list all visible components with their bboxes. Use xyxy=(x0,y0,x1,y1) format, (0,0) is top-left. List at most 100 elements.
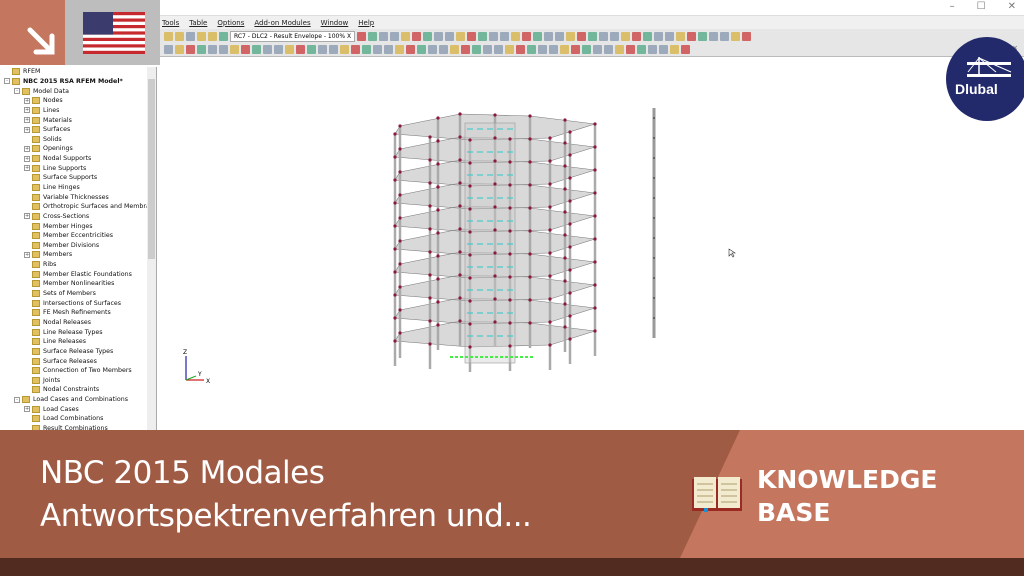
tree-item[interactable]: Member Divisions xyxy=(0,241,156,251)
collapse-icon[interactable]: - xyxy=(14,88,20,95)
tree-item[interactable]: Member Hinges xyxy=(0,221,156,231)
toolbar-icon[interactable] xyxy=(538,45,547,54)
model-viewport[interactable]: Z X Y xyxy=(158,58,1024,430)
toolbar-icon[interactable] xyxy=(698,31,708,41)
tree-item[interactable]: + Nodes xyxy=(0,96,156,106)
tree-item[interactable]: Joints xyxy=(0,376,156,386)
tree-item[interactable]: FE Mesh Refinements xyxy=(0,308,156,318)
toolbar-icon[interactable] xyxy=(197,31,206,41)
toolbar-icon[interactable] xyxy=(670,45,679,54)
toolbar-icon[interactable] xyxy=(417,45,426,54)
tree-item[interactable]: Line Release Types xyxy=(0,327,156,337)
toolbar-icon[interactable] xyxy=(522,31,532,41)
tree-item[interactable]: + Load Cases xyxy=(0,404,156,414)
toolbar-icon[interactable] xyxy=(637,45,646,54)
toolbar-icon[interactable] xyxy=(439,45,448,54)
toolbar-icon[interactable] xyxy=(560,45,569,54)
toolbar-icon[interactable] xyxy=(445,31,455,41)
tree-item[interactable]: RFEM xyxy=(0,67,156,77)
tree-item[interactable]: + Nodal Supports xyxy=(0,154,156,164)
tree-item[interactable]: Load Combinations xyxy=(0,414,156,424)
toolbar-icon[interactable] xyxy=(505,45,514,54)
toolbar-icon[interactable] xyxy=(687,31,697,41)
toolbar-icon[interactable] xyxy=(533,31,543,41)
menu-add-on-modules[interactable]: Add-on Modules xyxy=(254,19,310,27)
toolbar-icon[interactable] xyxy=(467,31,477,41)
tree-item[interactable]: Solids xyxy=(0,134,156,144)
tree-item[interactable]: - NBC 2015 RSA RFEM Model* xyxy=(0,77,156,87)
toolbar-icon[interactable] xyxy=(390,31,400,41)
toolbar-icon[interactable] xyxy=(643,31,653,41)
toolbar-icon[interactable] xyxy=(494,45,503,54)
expand-icon[interactable]: + xyxy=(24,145,30,152)
tree-scrollbar[interactable] xyxy=(147,67,156,430)
expand-icon[interactable]: + xyxy=(24,213,30,220)
tree-item[interactable]: Surface Supports xyxy=(0,173,156,183)
toolbar-icon[interactable] xyxy=(318,45,327,54)
close-button[interactable]: ✕ xyxy=(1008,1,1016,12)
expand-icon[interactable]: + xyxy=(24,117,30,124)
toolbar-icon[interactable] xyxy=(208,31,217,41)
toolbar-icon[interactable] xyxy=(648,45,657,54)
expand-icon[interactable]: + xyxy=(24,126,30,133)
tree-item[interactable]: + Materials xyxy=(0,115,156,125)
toolbar-icon[interactable] xyxy=(384,45,393,54)
toolbar-icon[interactable] xyxy=(610,31,620,41)
tree-item[interactable]: Member Elastic Foundations xyxy=(0,269,156,279)
toolbar-icon[interactable] xyxy=(428,45,437,54)
toolbar-icon[interactable] xyxy=(362,45,371,54)
tree-item[interactable]: Line Hinges xyxy=(0,183,156,193)
toolbar-icon[interactable] xyxy=(588,31,598,41)
toolbar-icon[interactable] xyxy=(632,31,642,41)
toolbar-icon[interactable] xyxy=(340,45,349,54)
toolbar-icon[interactable] xyxy=(709,31,719,41)
toolbar-icon[interactable] xyxy=(285,45,294,54)
toolbar-icon[interactable] xyxy=(296,45,305,54)
menu-window[interactable]: Window xyxy=(321,19,349,27)
menu-table[interactable]: Table xyxy=(189,19,207,27)
toolbar-icon[interactable] xyxy=(665,31,675,41)
collapse-icon[interactable]: - xyxy=(14,396,20,403)
toolbar-icon[interactable] xyxy=(412,31,422,41)
toolbar-icon[interactable] xyxy=(329,45,338,54)
tree-item[interactable]: + Openings xyxy=(0,144,156,154)
minimize-button[interactable]: – xyxy=(950,1,955,12)
toolbar-icon[interactable] xyxy=(593,45,602,54)
toolbar-icon[interactable] xyxy=(379,31,389,41)
toolbar-icon[interactable] xyxy=(219,31,228,41)
expand-icon[interactable]: + xyxy=(24,406,30,413)
result-combo-select[interactable]: RC7 - DLC2 - Result Envelope - 100% X xyxy=(230,30,356,42)
maximize-button[interactable]: ☐ xyxy=(977,1,986,12)
tree-item[interactable]: - Load Cases and Combinations xyxy=(0,395,156,405)
tree-item[interactable]: + Cross-Sections xyxy=(0,212,156,222)
tree-item[interactable]: + Lines xyxy=(0,106,156,116)
toolbar-icon[interactable] xyxy=(164,45,173,54)
toolbar-icon[interactable] xyxy=(659,45,668,54)
toolbar-icon[interactable] xyxy=(500,31,510,41)
tree-item[interactable]: + Members xyxy=(0,250,156,260)
menu-help[interactable]: Help xyxy=(358,19,374,27)
toolbar-icon[interactable] xyxy=(720,31,730,41)
toolbar-icon[interactable] xyxy=(566,31,576,41)
expand-icon[interactable]: + xyxy=(24,107,30,114)
language-badge[interactable] xyxy=(65,0,160,65)
toolbar-icon[interactable] xyxy=(478,31,488,41)
toolbar-icon[interactable] xyxy=(274,45,283,54)
toolbar-icon[interactable] xyxy=(472,45,481,54)
toolbar-icon[interactable] xyxy=(395,45,404,54)
toolbar-icon[interactable] xyxy=(175,31,184,41)
toolbar-icon[interactable] xyxy=(373,45,382,54)
toolbar-icon[interactable] xyxy=(621,31,631,41)
tree-item[interactable]: Orthotropic Surfaces and Membra xyxy=(0,202,156,212)
tree-item[interactable]: + Surfaces xyxy=(0,125,156,135)
tree-item[interactable]: Variable Thicknesses xyxy=(0,192,156,202)
toolbar-icon[interactable] xyxy=(186,45,195,54)
tree-item[interactable]: Surface Release Types xyxy=(0,347,156,357)
expand-icon[interactable]: + xyxy=(24,97,30,104)
expand-icon[interactable]: + xyxy=(24,165,30,172)
toolbar-icon[interactable] xyxy=(252,45,261,54)
toolbar-icon[interactable] xyxy=(450,45,459,54)
toolbar-icon[interactable] xyxy=(307,45,316,54)
tree-item[interactable]: Surface Releases xyxy=(0,356,156,366)
tree-item[interactable]: + Line Supports xyxy=(0,163,156,173)
